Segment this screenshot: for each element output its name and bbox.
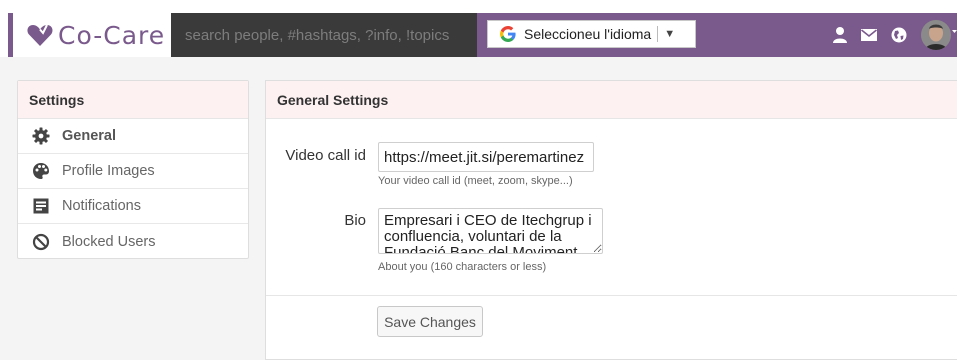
sidebar-title: Settings	[18, 81, 248, 119]
gear-icon	[32, 127, 50, 145]
sidebar-item-label: General	[62, 128, 116, 144]
divider	[266, 295, 957, 296]
language-select[interactable]: Seleccioneu l'idioma ▼	[487, 20, 696, 48]
bio-label: Bio	[344, 212, 366, 229]
search-input[interactable]	[171, 13, 477, 57]
heart-icon	[27, 24, 53, 46]
sidebar-item-blocked-users[interactable]: Blocked Users	[18, 224, 248, 259]
general-settings-panel: General Settings Video call id Your vide…	[265, 80, 957, 360]
language-select-label: Seleccioneu l'idioma	[524, 26, 652, 42]
video-call-help: Your video call id (meet, zoom, skype...…	[378, 175, 573, 187]
mail-icon[interactable]	[860, 26, 878, 44]
sidebar-item-general[interactable]: General	[18, 119, 248, 154]
sidebar-item-label: Profile Images	[62, 163, 155, 179]
sidebar-item-profile-images[interactable]: Profile Images	[18, 154, 248, 189]
avatar[interactable]	[921, 20, 951, 50]
bio-textarea[interactable]: Empresari i CEO de Itechgrup i confluenc…	[378, 208, 603, 254]
avatar-image	[921, 20, 951, 50]
video-call-label: Video call id	[285, 147, 366, 164]
sidebar-item-label: Notifications	[62, 198, 141, 214]
sidebar-item-notifications[interactable]: Notifications	[18, 189, 248, 224]
panel-title: General Settings	[266, 81, 957, 119]
brand-accent	[8, 13, 13, 57]
avatar-dropdown-icon[interactable]	[952, 27, 957, 37]
google-icon	[500, 26, 516, 42]
caret-down-icon: ▼	[664, 28, 676, 40]
video-call-input[interactable]	[378, 142, 594, 172]
bio-help: About you (160 characters or less)	[378, 261, 547, 273]
save-changes-button[interactable]: Save Changes	[377, 306, 483, 337]
block-icon	[32, 233, 50, 250]
settings-sidebar: Settings General Profile Images Notifica…	[17, 80, 249, 259]
sidebar-item-label: Blocked Users	[62, 233, 156, 250]
divider	[657, 26, 659, 42]
logo-text: Co-Care	[58, 20, 166, 50]
palette-icon	[33, 163, 49, 179]
brand-logo[interactable]: Co-Care	[14, 13, 171, 57]
user-icon[interactable]	[831, 26, 849, 44]
top-bar: Co-Care Seleccioneu l'idioma ▼	[0, 0, 957, 57]
globe-icon[interactable]	[890, 26, 908, 44]
notes-icon	[33, 198, 49, 214]
